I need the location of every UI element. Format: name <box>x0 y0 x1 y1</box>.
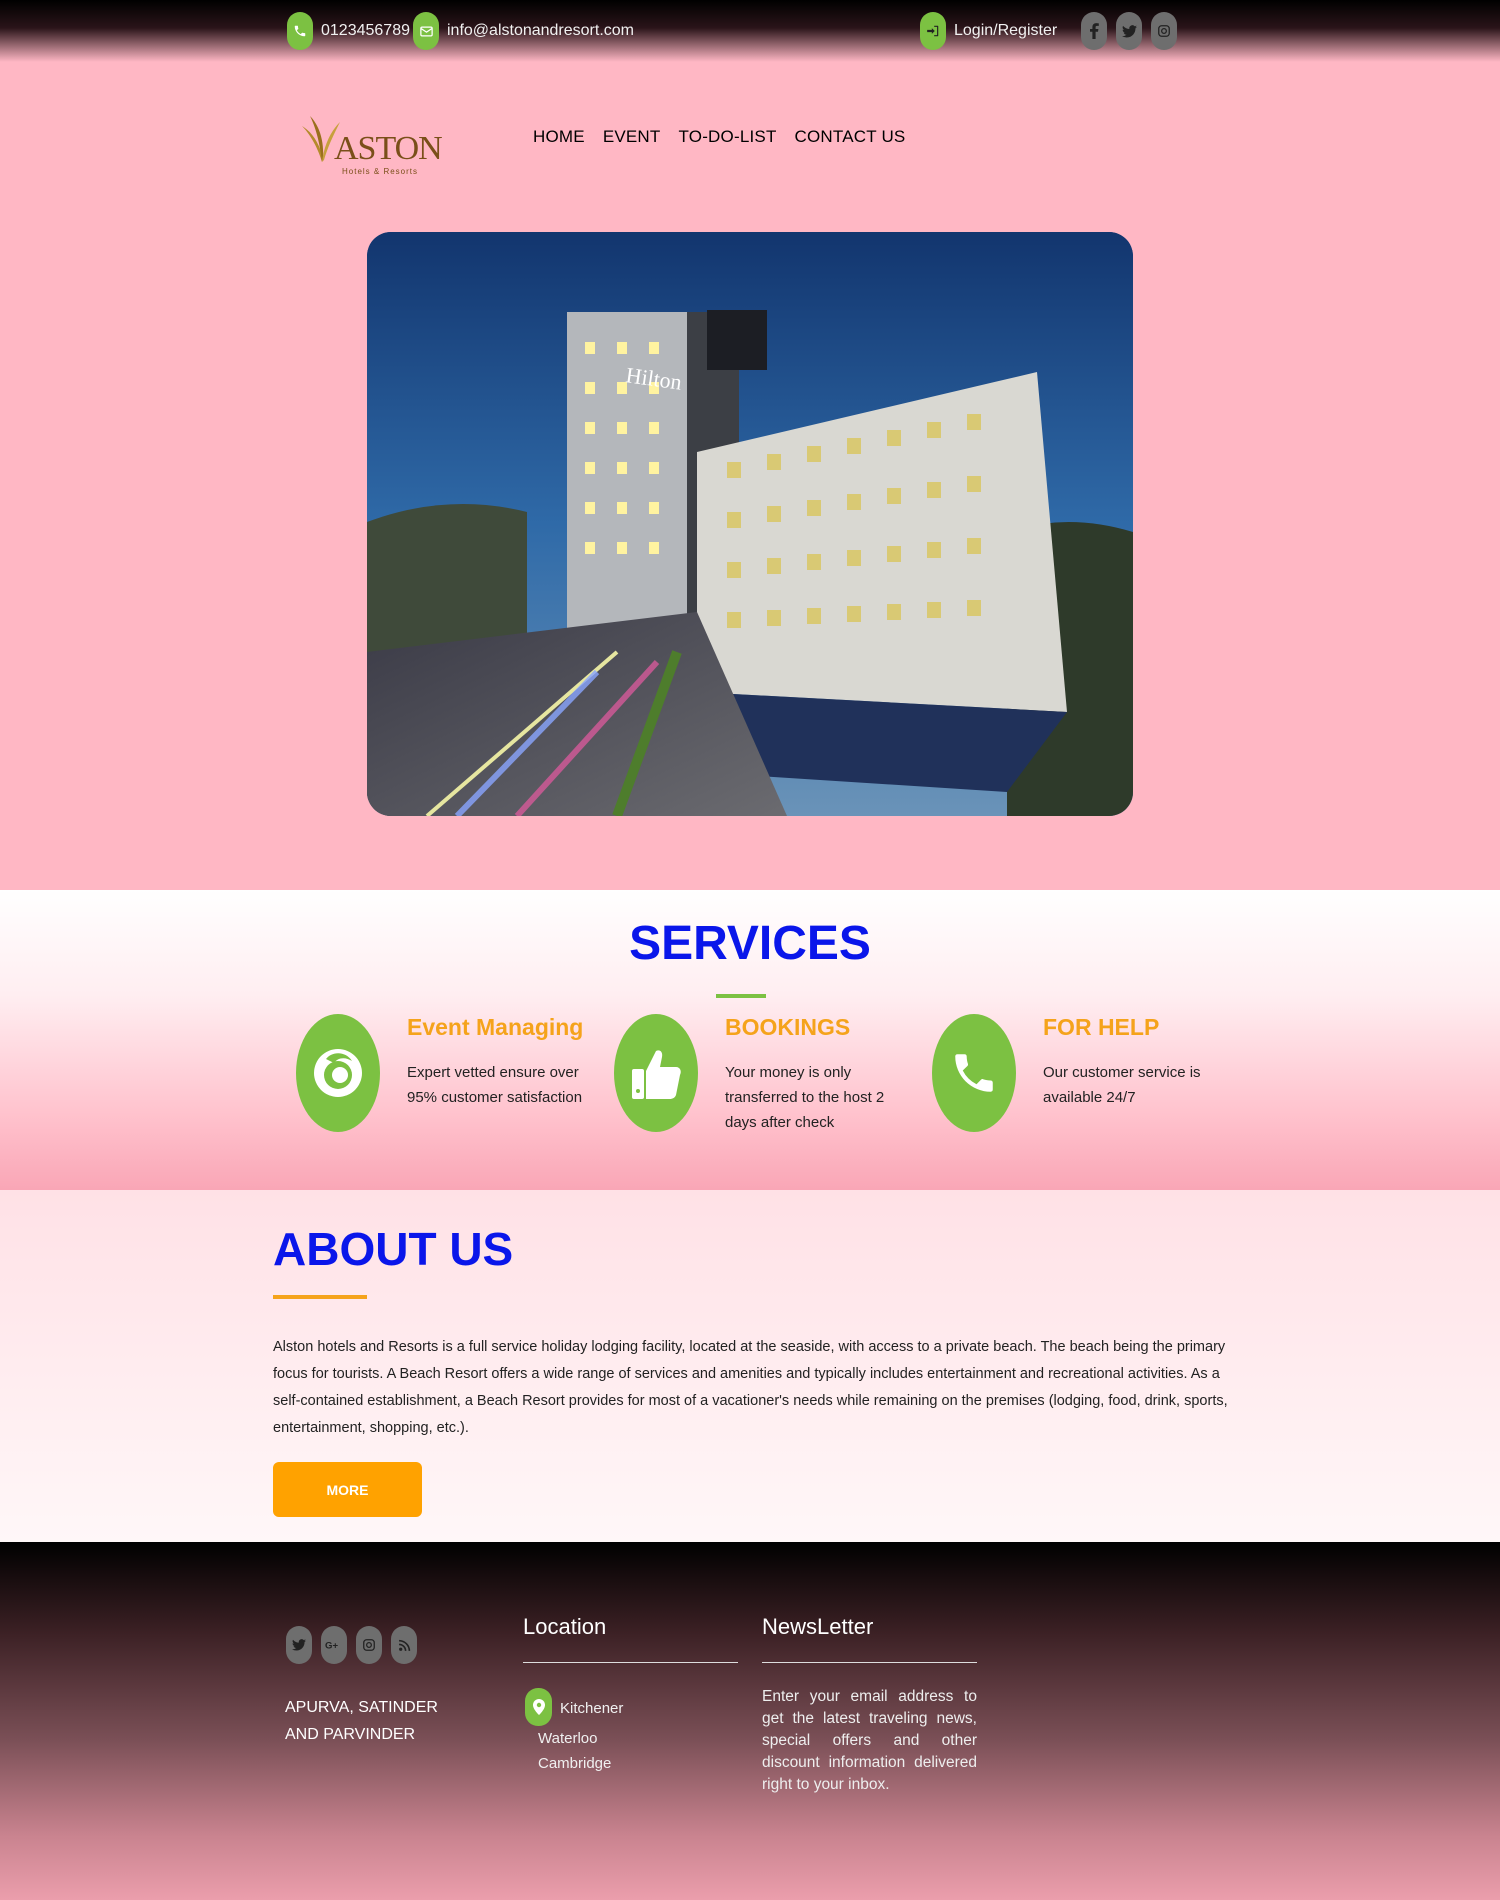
about-title-underline <box>273 1295 367 1299</box>
firefox-icon <box>296 1014 380 1132</box>
envelope-icon <box>413 12 439 50</box>
phone-icon <box>932 1014 1016 1132</box>
location-item: Cambridge <box>538 1755 612 1772</box>
about-section: ABOUT US Alston hotels and Resorts is a … <box>0 1190 1500 1542</box>
phone-icon <box>287 12 313 50</box>
service-for-help: FOR HELP Our customer service is availab… <box>932 1014 1232 1144</box>
nav-home[interactable]: HOME <box>533 127 585 147</box>
about-text: Alston hotels and Resorts is a full serv… <box>273 1339 1228 1436</box>
top-bar: 0123456789 info@alstonandresort.com Logi… <box>0 0 1500 62</box>
twitter-icon[interactable] <box>286 1626 312 1664</box>
services-section: SERVICES Event Managing Expert vetted en… <box>0 890 1500 1190</box>
nav-contact-us[interactable]: CONTACT US <box>795 127 906 147</box>
nav-event[interactable]: EVENT <box>603 127 661 147</box>
twitter-icon[interactable] <box>1116 12 1142 50</box>
footer-social-links: G+ <box>286 1626 417 1664</box>
authors-names: APURVA, SATINDER AND PARVINDER <box>285 1699 438 1743</box>
service-title: FOR HELP <box>1043 1014 1160 1040</box>
phone-number: 0123456789 <box>321 22 410 39</box>
login-register-link[interactable]: Login/Register <box>920 12 1057 50</box>
location-divider <box>523 1662 738 1663</box>
rss-icon[interactable] <box>391 1626 417 1664</box>
services-title-underline <box>716 994 766 998</box>
hero-hotel-image: Hilton <box>367 232 1133 816</box>
login-label: Login/Register <box>954 22 1058 39</box>
instagram-icon[interactable] <box>1151 12 1177 50</box>
social-links <box>1081 12 1177 50</box>
sign-in-icon <box>920 12 946 50</box>
location-title: Location <box>523 1614 607 1639</box>
service-title: BOOKINGS <box>725 1014 851 1040</box>
hotel-illustration: Hilton <box>367 232 1133 816</box>
phone-contact[interactable]: 0123456789 <box>287 12 410 50</box>
service-description: Our customer service is available 24/7 <box>1043 1064 1201 1106</box>
svg-text:G+: G+ <box>325 1641 338 1652</box>
services-title: SERVICES <box>629 917 871 970</box>
about-title: ABOUT US <box>273 1223 514 1275</box>
email-contact[interactable]: info@alstonandresort.com <box>413 12 634 50</box>
google-plus-icon[interactable]: G+ <box>321 1626 347 1664</box>
facebook-icon[interactable] <box>1081 12 1107 50</box>
location-item: Kitchener <box>560 1700 624 1717</box>
thumbs-up-icon <box>614 1014 698 1132</box>
service-title: Event Managing <box>407 1014 584 1040</box>
map-pin-icon <box>525 1688 552 1726</box>
service-description: Your money is only transferred to the ho… <box>725 1064 885 1131</box>
email-address: info@alstonandresort.com <box>447 22 634 39</box>
logo-text: ASTON <box>334 130 443 167</box>
footer: G+ APURVA, SATINDER AND PARVINDER Locati… <box>0 1542 1500 1900</box>
newsletter-text: Enter your email address to get the late… <box>762 1688 977 1793</box>
newsletter-title: NewsLetter <box>762 1614 874 1639</box>
more-button[interactable]: MORE <box>273 1462 422 1517</box>
service-description: Expert vetted ensure over 95% customer s… <box>407 1064 583 1106</box>
instagram-icon[interactable] <box>356 1626 382 1664</box>
main-nav: HOME EVENT TO-DO-LIST CONTACT US <box>533 127 905 147</box>
location-item: Waterloo <box>538 1730 598 1747</box>
aston-logo[interactable]: ASTON Hotels & Resorts <box>300 112 443 182</box>
service-bookings: BOOKINGS Your money is only transferred … <box>614 1014 914 1144</box>
logo-subtitle: Hotels & Resorts <box>342 167 419 176</box>
service-event-managing: Event Managing Expert vetted ensure over… <box>296 1014 596 1144</box>
nav-to-do-list[interactable]: TO-DO-LIST <box>679 127 777 147</box>
newsletter-divider <box>762 1662 977 1663</box>
